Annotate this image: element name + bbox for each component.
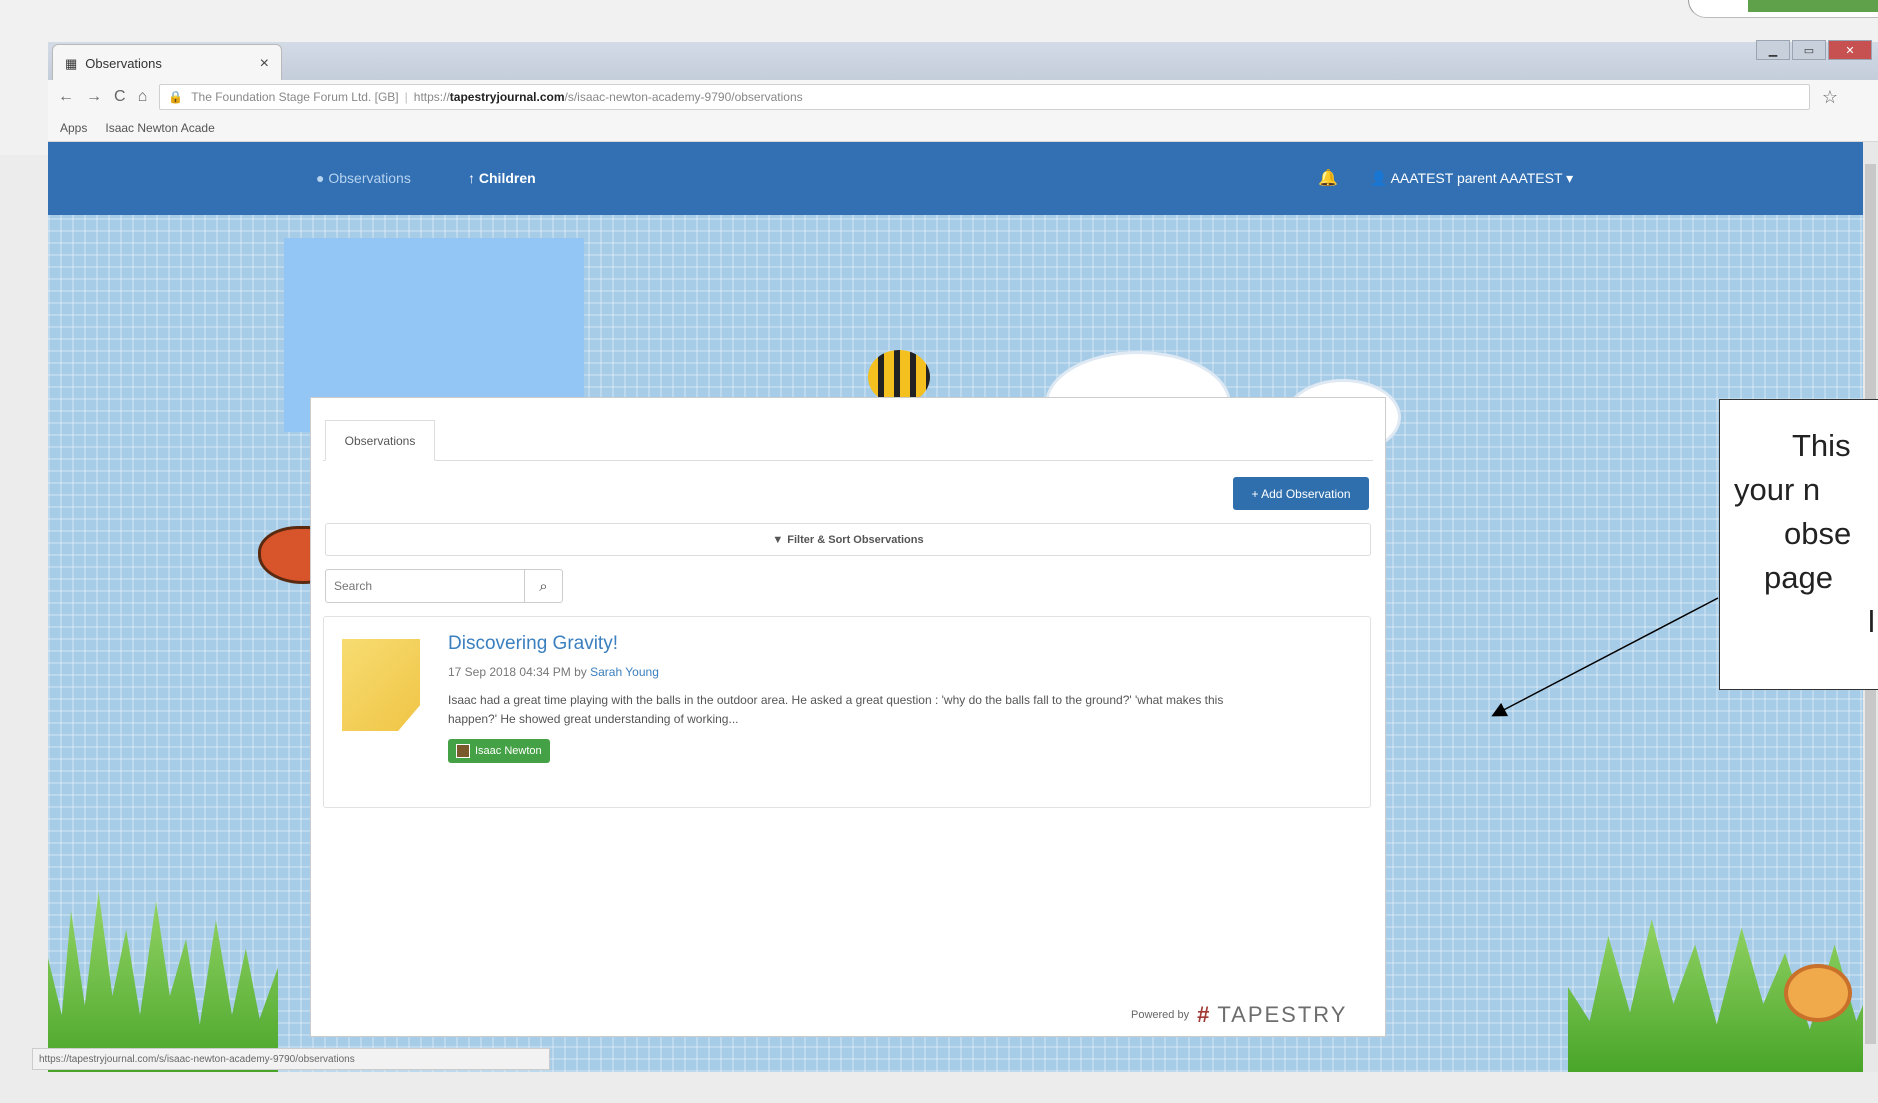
annotation-arrow <box>1491 597 1719 717</box>
